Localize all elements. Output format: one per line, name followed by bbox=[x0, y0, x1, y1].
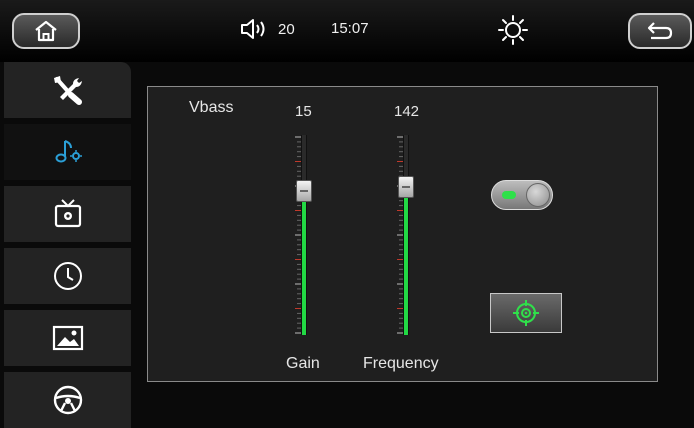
gain-knob[interactable] bbox=[296, 180, 312, 202]
clock-icon bbox=[53, 262, 82, 290]
tools-icon bbox=[53, 76, 82, 105]
sidebar-item-audio[interactable] bbox=[4, 124, 131, 180]
toggle-knob bbox=[526, 183, 550, 207]
frequency-track bbox=[403, 135, 409, 335]
steering-wheel-icon bbox=[53, 385, 82, 415]
frequency-slider[interactable] bbox=[391, 135, 421, 335]
volume-indicator[interactable]: 20 bbox=[240, 17, 295, 41]
back-icon bbox=[647, 22, 673, 40]
home-icon bbox=[35, 20, 57, 42]
vbass-toggle[interactable] bbox=[491, 180, 553, 210]
top-bar: 20 15:07 bbox=[0, 0, 694, 62]
audio-settings-icon bbox=[55, 140, 82, 163]
toggle-on-indicator bbox=[502, 191, 516, 199]
clock-time: 15:07 bbox=[331, 20, 369, 37]
frequency-knob[interactable] bbox=[398, 176, 414, 198]
gain-value: 15 bbox=[295, 103, 312, 120]
image-icon bbox=[52, 325, 83, 351]
sidebar-item-tools[interactable] bbox=[4, 62, 131, 118]
tv-settings-icon bbox=[54, 199, 81, 228]
sidebar-item-tv[interactable] bbox=[4, 186, 131, 242]
volume-value: 20 bbox=[278, 20, 295, 38]
gain-track bbox=[301, 135, 307, 335]
brightness-icon bbox=[498, 15, 528, 45]
gain-fill bbox=[302, 191, 306, 335]
back-button[interactable] bbox=[628, 13, 692, 49]
vbass-panel: Vbass 15 142 Gain Frequency bbox=[147, 86, 658, 382]
panel-title: Vbass bbox=[189, 99, 234, 116]
brightness-button[interactable] bbox=[497, 14, 529, 51]
sidebar-item-steering[interactable] bbox=[4, 372, 131, 428]
center-target-button[interactable] bbox=[490, 293, 562, 333]
gain-label: Gain bbox=[286, 355, 320, 372]
frequency-fill bbox=[404, 187, 408, 335]
frequency-label: Frequency bbox=[363, 355, 439, 372]
gain-slider[interactable] bbox=[289, 135, 319, 335]
frequency-value: 142 bbox=[394, 103, 420, 120]
sidebar-item-clock[interactable] bbox=[4, 248, 131, 304]
volume-icon bbox=[241, 19, 265, 39]
settings-sidebar bbox=[0, 62, 131, 428]
home-button[interactable] bbox=[12, 13, 80, 49]
sidebar-item-image[interactable] bbox=[4, 310, 131, 366]
crosshair-icon bbox=[513, 300, 539, 326]
